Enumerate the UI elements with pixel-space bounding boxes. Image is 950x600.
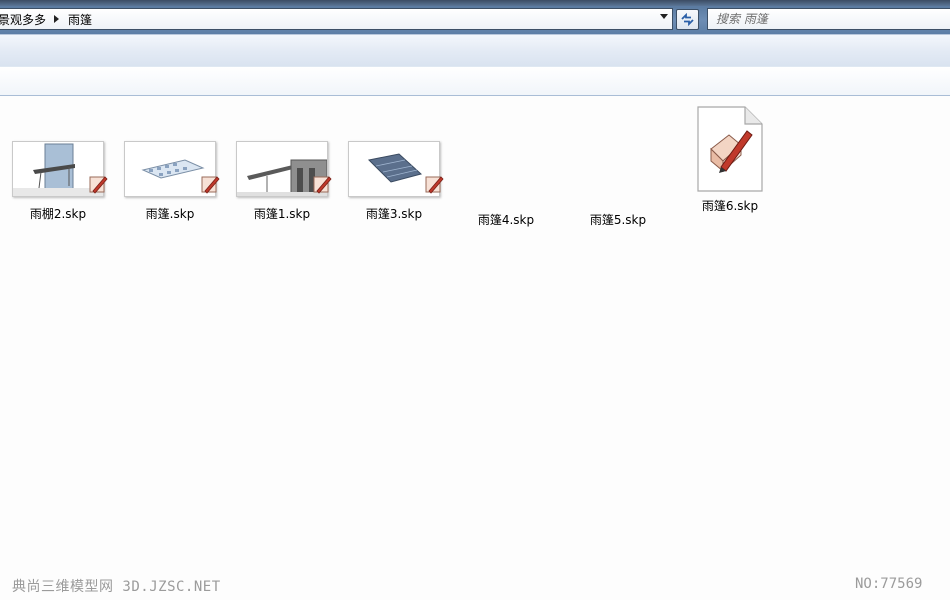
file-name: 雨篷6.skp xyxy=(701,199,759,213)
sketchup-badge-icon xyxy=(201,176,220,194)
refresh-button[interactable] xyxy=(676,9,699,30)
navigation-bar: 景观多多 雨篷 xyxy=(0,6,950,34)
file-item[interactable]: 雨篷4.skp xyxy=(454,139,558,249)
sketchup-badge-icon xyxy=(425,176,444,194)
breadcrumb-current[interactable]: 雨篷 xyxy=(68,11,92,28)
address-history-dropdown-icon[interactable] xyxy=(660,14,668,19)
search-input[interactable] xyxy=(716,12,936,26)
file-name: 雨篷4.skp xyxy=(477,213,535,227)
file-item[interactable]: 雨棚2.skp xyxy=(6,139,110,249)
breadcrumb-parent[interactable]: 景观多多 xyxy=(0,11,46,28)
file-item[interactable]: 雨篷5.skp xyxy=(566,139,670,249)
file-item[interactable]: 雨篷6.skp xyxy=(678,105,782,215)
file-name: 雨篷5.skp xyxy=(589,213,647,227)
refresh-icon xyxy=(681,13,694,26)
search-box[interactable] xyxy=(707,8,950,30)
file-item[interactable]: 雨篷1.skp xyxy=(230,139,334,249)
sketchup-badge-icon xyxy=(313,176,332,194)
file-item[interactable]: 雨篷.skp xyxy=(118,139,222,249)
command-bar xyxy=(0,34,950,66)
file-list-view[interactable]: 雨棚2.skp 雨篷.skp 雨篷1.skp 雨篷3.skp 雨篷4.skp 雨… xyxy=(0,97,950,600)
sketchup-badge-icon xyxy=(89,176,108,194)
file-item[interactable]: 雨篷3.skp xyxy=(342,139,446,249)
sketchup-document-icon xyxy=(697,106,763,192)
column-header-band xyxy=(0,66,950,96)
address-bar[interactable]: 景观多多 雨篷 xyxy=(0,8,673,30)
watermark-number: NO:77569 xyxy=(855,576,923,592)
watermark-site: 典尚三维模型网 3D.JZSC.NET xyxy=(12,579,221,595)
breadcrumb-separator-icon[interactable] xyxy=(54,15,60,23)
